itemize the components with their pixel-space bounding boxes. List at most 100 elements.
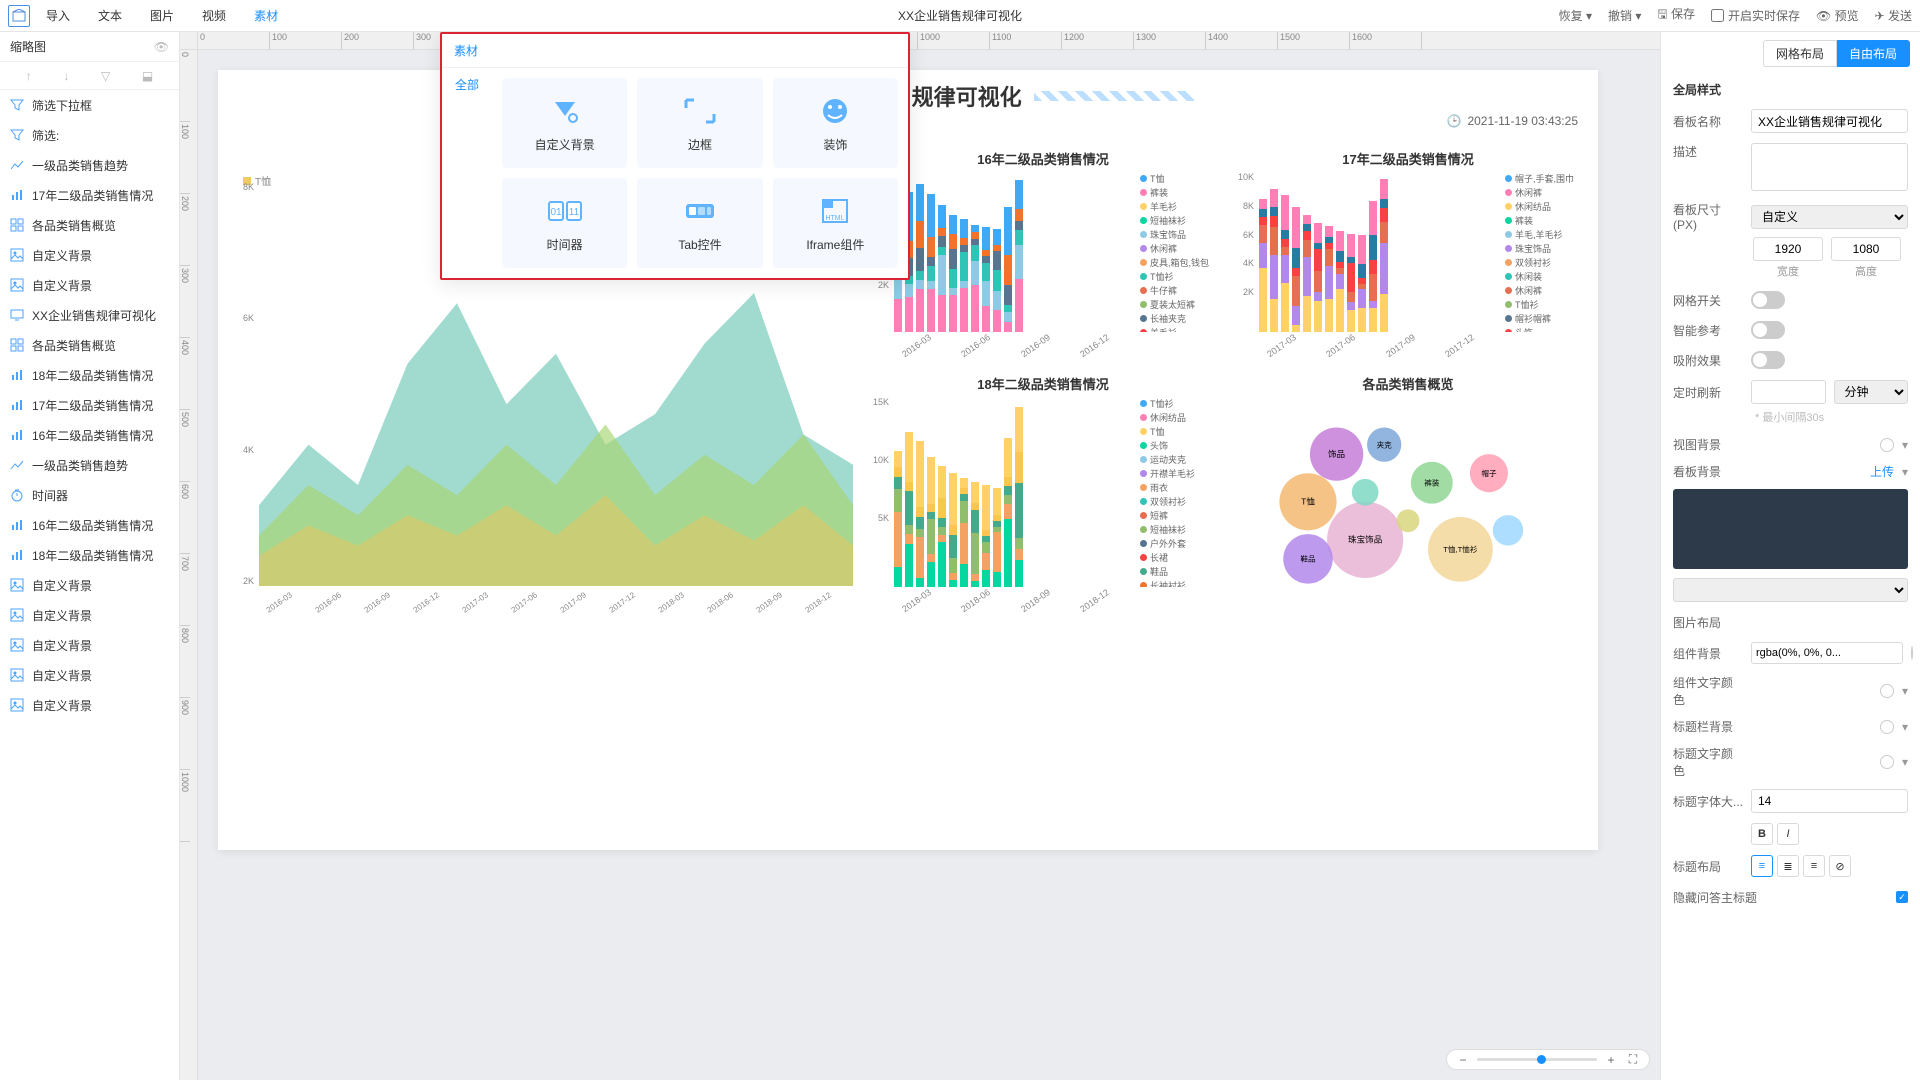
zoom-in-button[interactable]: +: [1603, 1053, 1619, 1067]
redo-button[interactable]: 撤销 ▾: [1608, 7, 1641, 24]
chart-16[interactable]: 16年二级品类销售情况 8K6K4K2K 2016-032016-062016-…: [868, 145, 1218, 355]
comp-bg-input[interactable]: [1751, 642, 1903, 664]
chart-17[interactable]: 17年二级品类销售情况 10K8K6K4K2K 2017-032017-0620…: [1233, 145, 1583, 355]
topbar: 导入 文本 图片 视频 素材 XX企业销售规律可视化 恢复 ▾ 撤销 ▾ 🖫 保存 开启…: [0, 0, 1920, 32]
layer-item[interactable]: 自定义背景: [0, 270, 179, 300]
bg-preview: [1673, 489, 1908, 569]
popover-category-all[interactable]: 全部: [442, 68, 492, 278]
upload-bg-button[interactable]: 上传: [1870, 463, 1894, 480]
material-card[interactable]: Tab控件: [637, 178, 762, 268]
layer-item[interactable]: 时间器: [0, 480, 179, 510]
tool-icon[interactable]: ⬓: [142, 69, 153, 83]
layer-item[interactable]: 各品类销售概览: [0, 330, 179, 360]
smart-ref-toggle[interactable]: [1751, 321, 1785, 339]
zoom-slider[interactable]: [1477, 1058, 1597, 1061]
clock-icon: 🕒: [1447, 114, 1462, 128]
timestamp: 🕒2021-11-19 03:43:25: [1447, 114, 1579, 128]
svg-text:11: 11: [568, 207, 579, 218]
undo-button[interactable]: 恢复 ▾: [1559, 7, 1592, 24]
title-size-input[interactable]: [1751, 789, 1908, 813]
board-desc-input[interactable]: [1751, 143, 1908, 191]
board-name-input[interactable]: [1751, 109, 1908, 133]
popover-tab[interactable]: 素材: [442, 34, 908, 68]
layer-item[interactable]: 自定义背景: [0, 570, 179, 600]
layer-item[interactable]: 一级品类销售趋势: [0, 150, 179, 180]
document-title: XX企业销售规律可视化: [898, 7, 1022, 24]
width-input[interactable]: [1753, 237, 1823, 261]
material-card[interactable]: HTMLIframe组件: [773, 178, 898, 268]
grid-toggle[interactable]: [1751, 291, 1785, 309]
material-popover: 素材 全部 自定义背景边框装饰0111时间器Tab控件HTMLIframe组件: [440, 32, 910, 280]
preview-button[interactable]: 👁 预览: [1816, 7, 1859, 24]
tab-free-layout[interactable]: 自由布局: [1837, 40, 1910, 67]
svg-text:01: 01: [550, 207, 562, 218]
material-card[interactable]: 0111时间器: [502, 178, 627, 268]
height-input[interactable]: [1831, 237, 1901, 261]
tab-grid-layout[interactable]: 网格布局: [1763, 40, 1837, 67]
bold-button[interactable]: B: [1751, 823, 1773, 845]
title-text-swatch[interactable]: [1880, 755, 1894, 769]
realtime-save-checkbox[interactable]: 开启实时保存: [1711, 7, 1800, 24]
zoom-out-button[interactable]: −: [1455, 1053, 1471, 1067]
title-bg-swatch[interactable]: [1880, 720, 1894, 734]
layer-item[interactable]: 16年二级品类销售情况: [0, 510, 179, 540]
align-center-button[interactable]: ≣: [1777, 855, 1799, 877]
comp-text-swatch[interactable]: [1880, 684, 1894, 698]
layer-item[interactable]: 自定义背景: [0, 660, 179, 690]
send-button[interactable]: ✈ 发送: [1875, 7, 1912, 24]
zoom-fit-button[interactable]: ⛶: [1625, 1052, 1641, 1067]
section-global-style: 全局样式: [1661, 75, 1920, 104]
tool-icon[interactable]: ↑: [26, 69, 32, 83]
save-button[interactable]: 🖫 保存: [1657, 5, 1695, 26]
svg-text:夹克: 夹克: [1377, 439, 1393, 449]
left-panel: 缩略图 👁 ↑ ↓ ▽ ⬓ 筛选下拉框筛选:一级品类销售趋势17年二级品类销售情…: [0, 32, 180, 1080]
view-bg-swatch[interactable]: [1880, 438, 1894, 452]
menu-视频[interactable]: 视频: [202, 7, 226, 24]
layer-item[interactable]: 17年二级品类销售情况: [0, 390, 179, 420]
size-mode-select[interactable]: 自定义: [1751, 205, 1908, 229]
refresh-unit-select[interactable]: 分钟: [1834, 380, 1909, 404]
svg-text:鞋品: 鞋品: [1300, 554, 1316, 564]
visibility-icon[interactable]: 👁: [154, 40, 169, 54]
layer-item[interactable]: 各品类销售概览: [0, 210, 179, 240]
svg-text:T恤: T恤: [1301, 496, 1315, 507]
menu-图片[interactable]: 图片: [150, 7, 174, 24]
refresh-input[interactable]: [1751, 380, 1826, 404]
layer-list: 筛选下拉框筛选:一级品类销售趋势17年二级品类销售情况各品类销售概览自定义背景自…: [0, 90, 179, 1080]
italic-button[interactable]: I: [1777, 823, 1799, 845]
material-card[interactable]: 边框: [637, 78, 762, 168]
layer-item[interactable]: 18年二级品类销售情况: [0, 360, 179, 390]
align-hide-button[interactable]: ⊘: [1829, 855, 1851, 877]
layer-item[interactable]: 自定义背景: [0, 600, 179, 630]
svg-text:帽子: 帽子: [1481, 468, 1497, 478]
layer-item[interactable]: 自定义背景: [0, 240, 179, 270]
layer-item[interactable]: 筛选下拉框: [0, 90, 179, 120]
layer-item[interactable]: 筛选:: [0, 120, 179, 150]
bg-fit-select[interactable]: [1673, 578, 1908, 602]
material-card[interactable]: 自定义背景: [502, 78, 627, 168]
chart-18[interactable]: 18年二级品类销售情况 15K10K5K 2018-032018-062018-…: [868, 370, 1218, 610]
hide-qa-checkbox[interactable]: ✓: [1896, 891, 1908, 903]
snap-toggle[interactable]: [1751, 351, 1785, 369]
align-left-button[interactable]: ≡: [1751, 855, 1773, 877]
menu-文本[interactable]: 文本: [98, 7, 122, 24]
layer-item[interactable]: 17年二级品类销售情况: [0, 180, 179, 210]
tool-icon[interactable]: ↓: [63, 69, 69, 83]
canvas-scroll[interactable]: XX企业销售规律可视化 🕒2021-11-19 03:43:25 类销售趋势 T…: [198, 50, 1660, 1080]
layer-item[interactable]: 一级品类销售趋势: [0, 450, 179, 480]
comp-bg-swatch[interactable]: [1911, 646, 1913, 660]
layer-item[interactable]: 自定义背景: [0, 690, 179, 720]
layer-item[interactable]: XX企业销售规律可视化: [0, 300, 179, 330]
layer-item[interactable]: 自定义背景: [0, 630, 179, 660]
layer-item[interactable]: 18年二级品类销售情况: [0, 540, 179, 570]
bubble-chart[interactable]: 各品类销售概览 饰品 夹克 T恤 裤装 珠宝饰品 鞋品 T恤,T恤衫 帽子: [1233, 370, 1583, 610]
app-logo-icon[interactable]: [8, 5, 30, 27]
menu-素材[interactable]: 素材: [254, 7, 278, 24]
tool-icon[interactable]: ▽: [101, 69, 110, 83]
menu-导入[interactable]: 导入: [46, 7, 70, 24]
zoom-control[interactable]: − + ⛶: [1446, 1049, 1650, 1070]
material-card[interactable]: 装饰: [773, 78, 898, 168]
ruler-horizontal: 0100200300400500600700800900100011001200…: [198, 32, 1660, 50]
align-right-button[interactable]: ≡: [1803, 855, 1825, 877]
layer-item[interactable]: 16年二级品类销售情况: [0, 420, 179, 450]
